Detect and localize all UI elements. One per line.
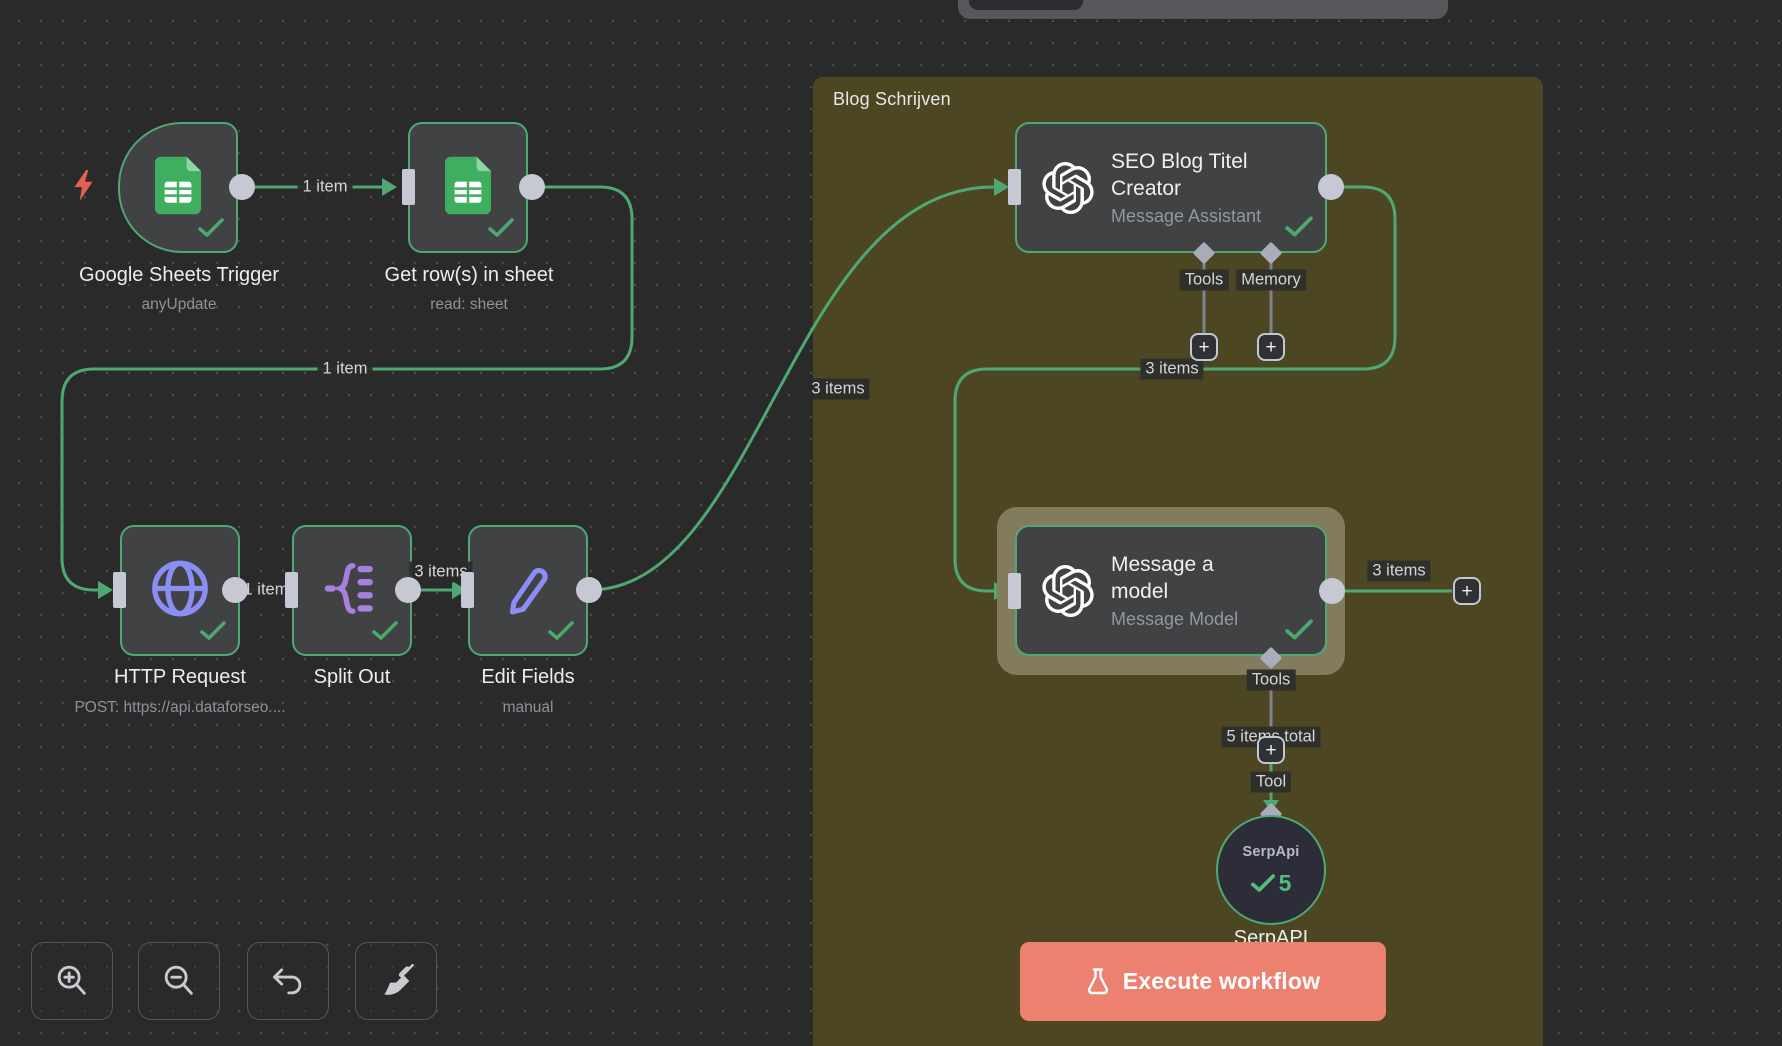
node-title: Edit Fields [481,666,574,689]
input-port[interactable] [1008,573,1021,609]
trigger-bolt-icon [70,170,98,207]
input-port[interactable] [1008,169,1021,205]
success-check-icon [200,621,226,646]
input-port[interactable] [113,572,126,608]
node-message-a-model[interactable]: Message a model Message Model [1015,525,1327,656]
google-sheets-icon [155,156,201,219]
openai-icon [1042,162,1094,214]
port-label-tools: Tools [1247,670,1296,691]
output-port[interactable] [1319,578,1345,604]
node-subtitle: Message Model [1111,609,1261,630]
port-label-memory: Memory [1236,270,1306,291]
flask-icon [1086,968,1110,996]
success-check-icon [488,218,514,243]
node-subtitle: manual [503,699,554,717]
node-title: Google Sheets Trigger [79,264,279,287]
node-get-rows[interactable] [408,122,528,253]
node-title: Get row(s) in sheet [385,264,554,287]
port-label-tool: Tool [1251,772,1291,793]
wire-label: 1 item [318,359,373,380]
execute-workflow-label: Execute workflow [1123,968,1320,995]
wire-label: 3 items [1367,561,1430,582]
add-node-button[interactable]: + [1453,577,1481,605]
group-label[interactable]: Blog Schrijven [833,89,951,110]
input-port[interactable] [285,572,298,608]
success-check-icon [1251,874,1275,893]
arrow-into-http [98,581,113,599]
node-subtitle: anyUpdate [142,296,217,314]
top-panel[interactable] [958,0,1448,19]
globe-icon [149,557,211,624]
add-tool-button[interactable]: + [1190,333,1218,361]
zoom-out-button[interactable] [138,942,220,1020]
output-port[interactable] [519,174,545,200]
input-port[interactable] [402,169,415,205]
tidy-up-button[interactable] [355,942,437,1020]
undo-button[interactable] [247,942,329,1020]
output-port[interactable] [395,577,421,603]
wire-label: 1 item [298,177,353,198]
google-sheets-icon [445,156,491,219]
workflow-canvas[interactable]: Blog Schrijven 1 item 1 item [0,0,1782,1046]
node-serpapi[interactable]: SerpApi 5 [1216,815,1326,925]
pencil-icon [498,558,558,623]
plus-icon: + [1265,741,1276,760]
serpapi-run-count: 5 [1251,870,1292,897]
success-check-icon [198,218,224,243]
wire-label: 3 items [806,379,869,400]
node-split-out[interactable] [292,525,412,656]
add-memory-button[interactable]: + [1257,333,1285,361]
zoom-in-button[interactable] [31,942,113,1020]
output-port[interactable] [229,174,255,200]
node-edit-fields[interactable] [468,525,588,656]
arrow-into-rows [382,178,397,196]
node-title: Message a model [1111,551,1261,605]
success-check-icon [372,621,398,646]
input-port[interactable] [461,572,474,608]
openai-icon [1042,565,1094,617]
node-seo-blog-titel-creator[interactable]: SEO Blog Titel Creator Message Assistant [1015,122,1327,253]
add-tool-button[interactable]: + [1257,736,1285,764]
plus-icon: + [1461,582,1472,601]
output-port[interactable] [576,577,602,603]
tidy-up-icon [376,961,416,1001]
node-subtitle: Message Assistant [1111,206,1289,227]
wire-label: 3 items [1140,359,1203,380]
success-check-icon [548,621,574,646]
plus-icon: + [1265,338,1276,357]
node-title: SEO Blog Titel Creator [1111,148,1289,202]
node-title: HTTP Request [114,666,246,689]
serpapi-logo: SerpApi [1243,844,1300,860]
node-title: Split Out [314,666,391,689]
plus-icon: + [1198,338,1209,357]
node-google-sheets-trigger[interactable] [118,122,238,253]
zoom-out-icon [160,962,198,1000]
split-out-icon [323,559,381,622]
node-subtitle: read: sheet [430,296,508,314]
node-subtitle: POST: https://api.dataforseo.... [74,699,285,717]
success-check-icon [1285,216,1313,243]
output-port[interactable] [1318,174,1344,200]
success-check-icon [1285,619,1313,646]
execute-workflow-button[interactable]: Execute workflow [1020,942,1386,1021]
zoom-in-icon [53,962,91,1000]
output-port[interactable] [222,577,248,603]
top-panel-button[interactable] [969,0,1083,10]
undo-icon [269,962,307,1000]
port-label-tools: Tools [1180,270,1229,291]
